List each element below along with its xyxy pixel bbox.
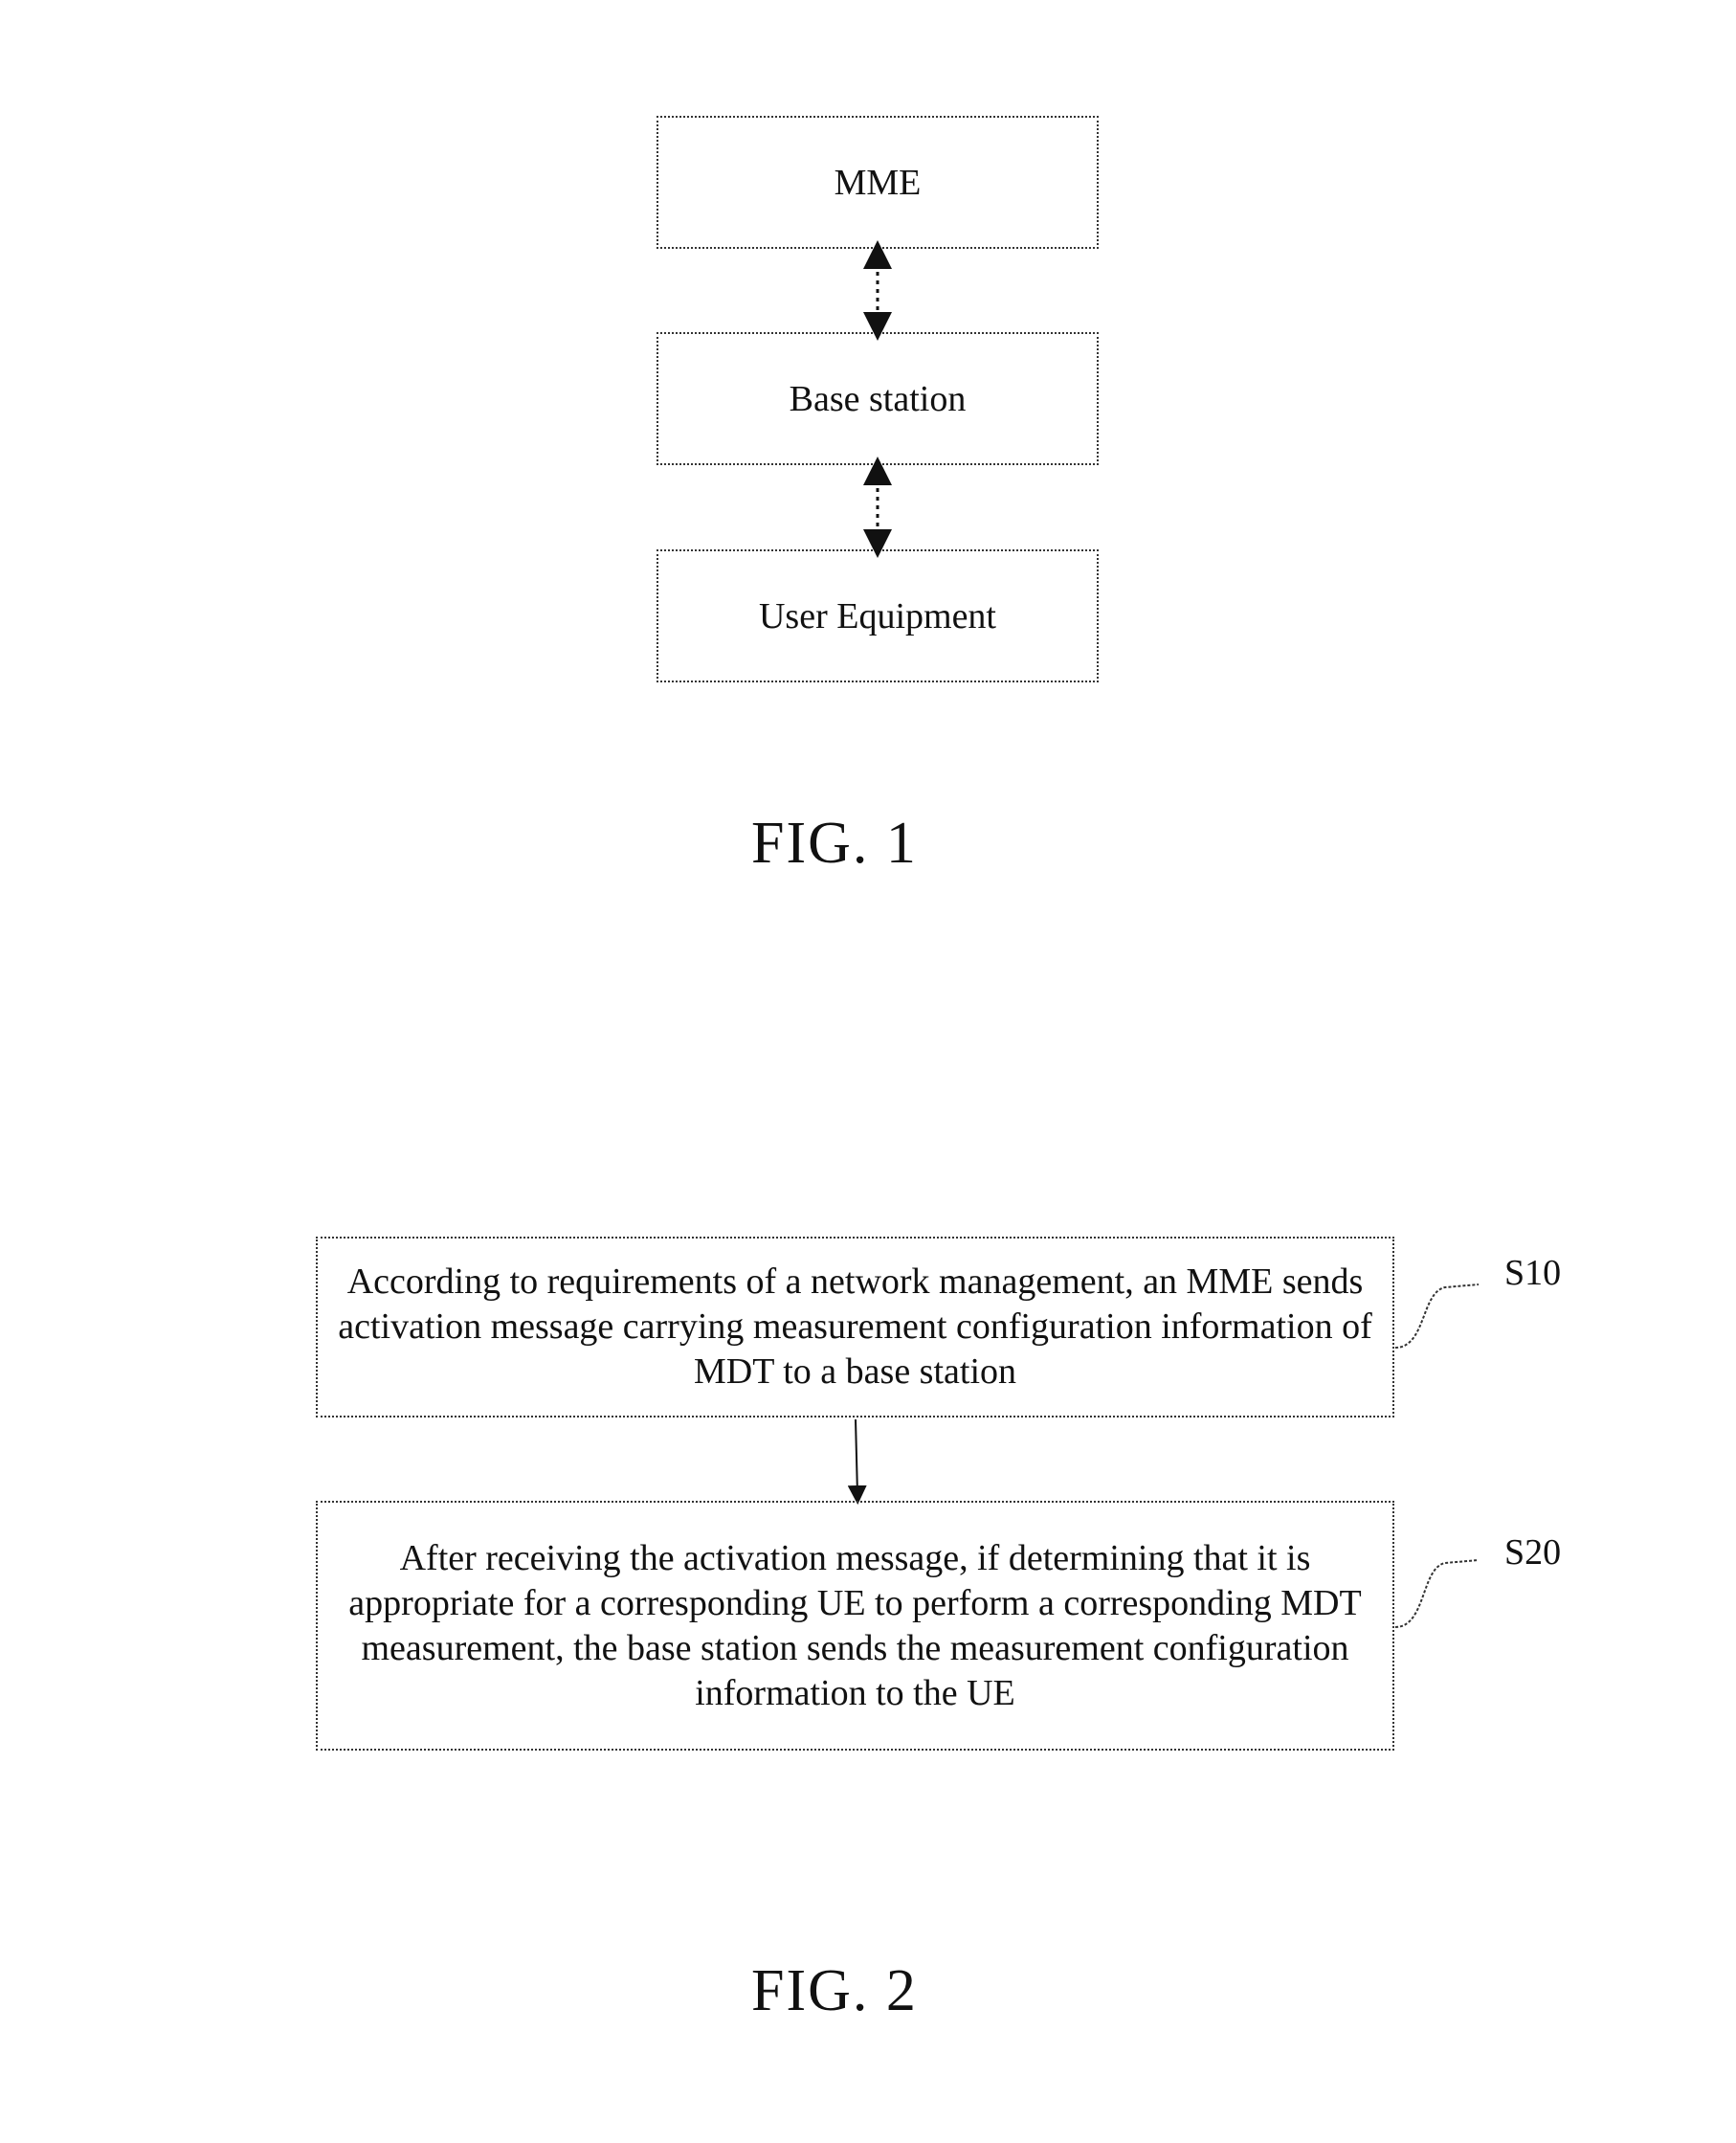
step-s10-text: According to requirements of a network m…	[338, 1261, 1372, 1392]
s10-leader-line	[1394, 1284, 1480, 1349]
step-s20-text: After receiving the activation message, …	[348, 1537, 1362, 1713]
s10-s20-arrow	[847, 1418, 867, 1505]
figure-2-caption: FIG. 2	[751, 1958, 918, 2023]
step-s20-box: After receiving the activation message, …	[316, 1501, 1394, 1751]
step-s10-id: S10	[1504, 1253, 1562, 1293]
connector-layer	[847, 240, 1480, 1628]
figure-1-caption: FIG. 1	[751, 811, 918, 876]
step-s20-id: S20	[1504, 1532, 1562, 1573]
step-s10-box: According to requirements of a network m…	[316, 1237, 1394, 1418]
s20-leader-line	[1394, 1559, 1480, 1628]
